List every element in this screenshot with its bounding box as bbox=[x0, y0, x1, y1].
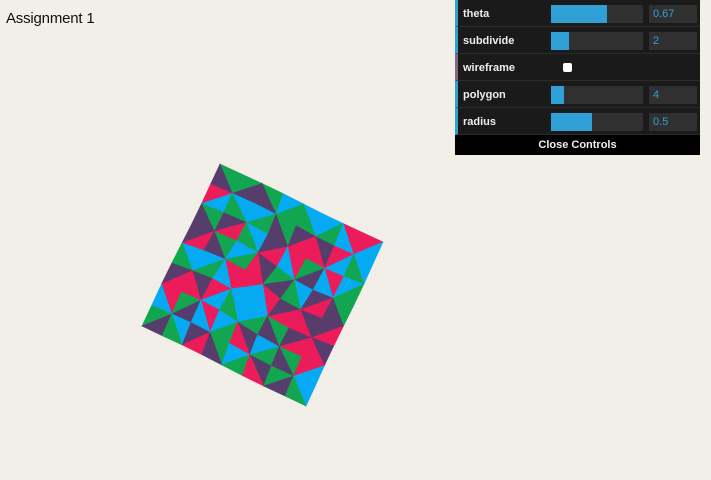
radius-slider[interactable] bbox=[551, 113, 643, 131]
subdivide-label: subdivide bbox=[463, 35, 515, 47]
subdivide-slider[interactable] bbox=[551, 32, 643, 50]
theta-label: theta bbox=[463, 8, 490, 20]
subdivide-control[interactable]: subdivide 2 bbox=[455, 27, 700, 54]
wireframe-label: wireframe bbox=[463, 62, 515, 74]
polygon-input[interactable]: 4 bbox=[649, 86, 697, 104]
radius-control[interactable]: radius 0.5 bbox=[455, 108, 700, 135]
radius-input[interactable]: 0.5 bbox=[649, 113, 697, 131]
theta-slider[interactable] bbox=[551, 5, 643, 23]
subdivide-input[interactable]: 2 bbox=[649, 32, 697, 50]
theta-slider-fill bbox=[551, 5, 608, 23]
wireframe-checkbox[interactable] bbox=[563, 63, 572, 72]
polygon-label: polygon bbox=[463, 89, 506, 101]
polygon-slider-fill bbox=[551, 86, 564, 104]
radius-slider-fill bbox=[551, 113, 593, 131]
theta-control[interactable]: theta 0.67 bbox=[455, 0, 700, 27]
theta-input[interactable]: 0.67 bbox=[649, 5, 697, 23]
close-controls-button[interactable]: Close Controls bbox=[455, 135, 700, 155]
wireframe-control[interactable]: wireframe bbox=[455, 54, 700, 81]
subdivide-slider-fill bbox=[551, 32, 570, 50]
controls-panel: theta 0.67 subdivide 2 wireframe polygon… bbox=[455, 0, 700, 155]
radius-label: radius bbox=[463, 116, 497, 128]
polygon-mesh bbox=[141, 163, 384, 407]
polygon-slider[interactable] bbox=[551, 86, 643, 104]
polygon-control[interactable]: polygon 4 bbox=[455, 81, 700, 108]
